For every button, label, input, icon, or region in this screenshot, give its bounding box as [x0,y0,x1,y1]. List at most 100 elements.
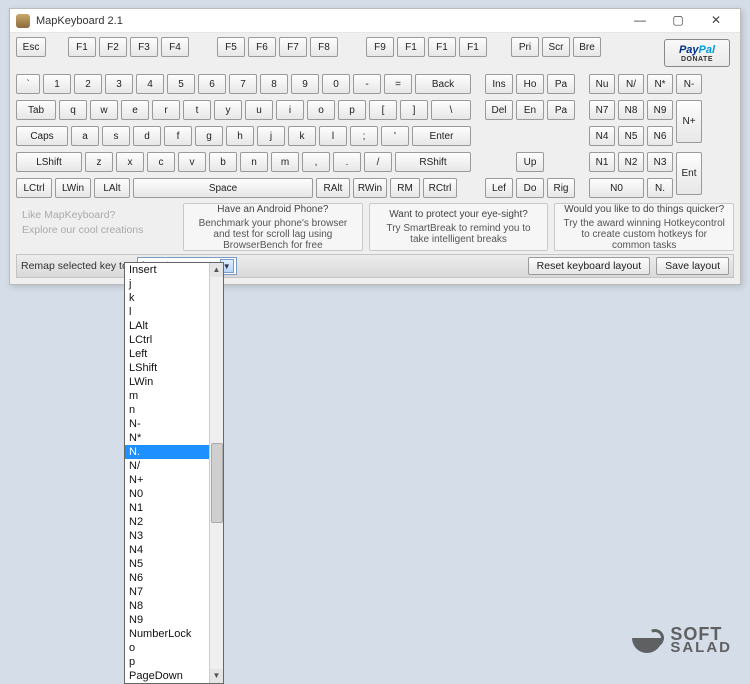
key-l[interactable]: l [319,126,347,146]
key-r[interactable]: r [152,100,180,120]
key-2[interactable]: 2 [74,74,102,94]
scroll-down-icon[interactable]: ▼ [210,669,223,683]
key-f10[interactable]: F1 [397,37,425,57]
key-equals[interactable]: = [384,74,412,94]
key-rctrl[interactable]: RCtrl [423,178,457,198]
key-comma[interactable]: , [302,152,330,172]
key-f9[interactable]: F9 [366,37,394,57]
key-n7[interactable]: N7 [589,100,615,120]
key-z[interactable]: z [85,152,113,172]
key-period[interactable]: . [333,152,361,172]
key-n5[interactable]: N5 [618,126,644,146]
key-enter[interactable]: Enter [412,126,471,146]
key-scroll[interactable]: Scr [542,37,570,57]
key-n0[interactable]: N0 [589,178,644,198]
scroll-thumb[interactable] [211,443,223,523]
key-lbracket[interactable]: [ [369,100,397,120]
key-nummul[interactable]: N* [647,74,673,94]
key-pageup[interactable]: Pa [547,74,575,94]
key-delete[interactable]: Del [485,100,513,120]
scroll-up-icon[interactable]: ▲ [210,263,223,277]
key-1[interactable]: 1 [43,74,71,94]
key-3[interactable]: 3 [105,74,133,94]
key-slash[interactable]: / [364,152,392,172]
key-i[interactable]: i [276,100,304,120]
key-f12[interactable]: F1 [459,37,487,57]
promo-eyesight[interactable]: Want to protect your eye-sight? Try Smar… [369,203,549,251]
key-quote[interactable]: ' [381,126,409,146]
key-insert[interactable]: Ins [485,74,513,94]
key-numenter[interactable]: Ent [676,152,702,195]
minimize-button[interactable]: — [626,12,654,30]
key-rbracket[interactable]: ] [400,100,428,120]
reset-layout-button[interactable]: Reset keyboard layout [528,257,650,275]
key-rshift[interactable]: RShift [395,152,471,172]
key-lshift[interactable]: LShift [16,152,82,172]
key-7[interactable]: 7 [229,74,257,94]
key-s[interactable]: s [102,126,130,146]
key-home[interactable]: Ho [516,74,544,94]
key-semicolon[interactable]: ; [350,126,378,146]
key-break[interactable]: Bre [573,37,601,57]
key-ndot[interactable]: N. [647,178,673,198]
key-right[interactable]: Rig [547,178,575,198]
key-rwin[interactable]: RWin [353,178,387,198]
key-4[interactable]: 4 [136,74,164,94]
key-backspace[interactable]: Back [415,74,471,94]
key-n[interactable]: n [240,152,268,172]
key-f[interactable]: f [164,126,192,146]
key-j[interactable]: j [257,126,285,146]
key-numdiv[interactable]: N/ [618,74,644,94]
key-backslash[interactable]: \ [431,100,471,120]
key-6[interactable]: 6 [198,74,226,94]
key-lalt[interactable]: LAlt [94,178,130,198]
promo-hotkey[interactable]: Would you like to do things quicker? Try… [554,203,734,251]
key-up[interactable]: Up [516,152,544,172]
key-0[interactable]: 0 [322,74,350,94]
key-n2[interactable]: N2 [618,152,644,172]
key-e[interactable]: e [121,100,149,120]
key-8[interactable]: 8 [260,74,288,94]
maximize-button[interactable]: ▢ [664,12,692,30]
key-o[interactable]: o [307,100,335,120]
key-f5[interactable]: F5 [217,37,245,57]
key-d[interactable]: d [133,126,161,146]
key-n1[interactable]: N1 [589,152,615,172]
key-down[interactable]: Do [516,178,544,198]
promo-android[interactable]: Have an Android Phone? Benchmark your ph… [183,203,363,251]
key-f3[interactable]: F3 [130,37,158,57]
titlebar[interactable]: MapKeyboard 2.1 — ▢ ✕ [10,9,740,33]
key-menu[interactable]: RM [390,178,420,198]
dropdown-scrollbar[interactable]: ▲ ▼ [209,263,223,683]
key-y[interactable]: y [214,100,242,120]
remap-dropdown[interactable]: ▲ ▼ InsertjklLAltLCtrlLeftLShiftLWinmnN-… [124,262,224,684]
key-c[interactable]: c [147,152,175,172]
key-f7[interactable]: F7 [279,37,307,57]
close-button[interactable]: ✕ [702,12,730,30]
save-layout-button[interactable]: Save layout [656,257,729,275]
key-p[interactable]: p [338,100,366,120]
paypal-donate-button[interactable]: PayPal DONATE [664,39,730,67]
key-esc[interactable]: Esc [16,37,46,57]
key-lwin[interactable]: LWin [55,178,91,198]
key-n3[interactable]: N3 [647,152,673,172]
key-ralt[interactable]: RAlt [316,178,350,198]
key-pagedown[interactable]: Pa [547,100,575,120]
key-a[interactable]: a [71,126,99,146]
key-x[interactable]: x [116,152,144,172]
key-t[interactable]: t [183,100,211,120]
key-n9[interactable]: N9 [647,100,673,120]
key-f11[interactable]: F1 [428,37,456,57]
key-numplus[interactable]: N+ [676,100,702,143]
key-b[interactable]: b [209,152,237,172]
key-left[interactable]: Lef [485,178,513,198]
key-k[interactable]: k [288,126,316,146]
key-n4[interactable]: N4 [589,126,615,146]
key-numminus[interactable]: N- [676,74,702,94]
key-caps[interactable]: Caps [16,126,68,146]
key-f8[interactable]: F8 [310,37,338,57]
key-minus[interactable]: - [353,74,381,94]
key-f2[interactable]: F2 [99,37,127,57]
key-h[interactable]: h [226,126,254,146]
key-f4[interactable]: F4 [161,37,189,57]
